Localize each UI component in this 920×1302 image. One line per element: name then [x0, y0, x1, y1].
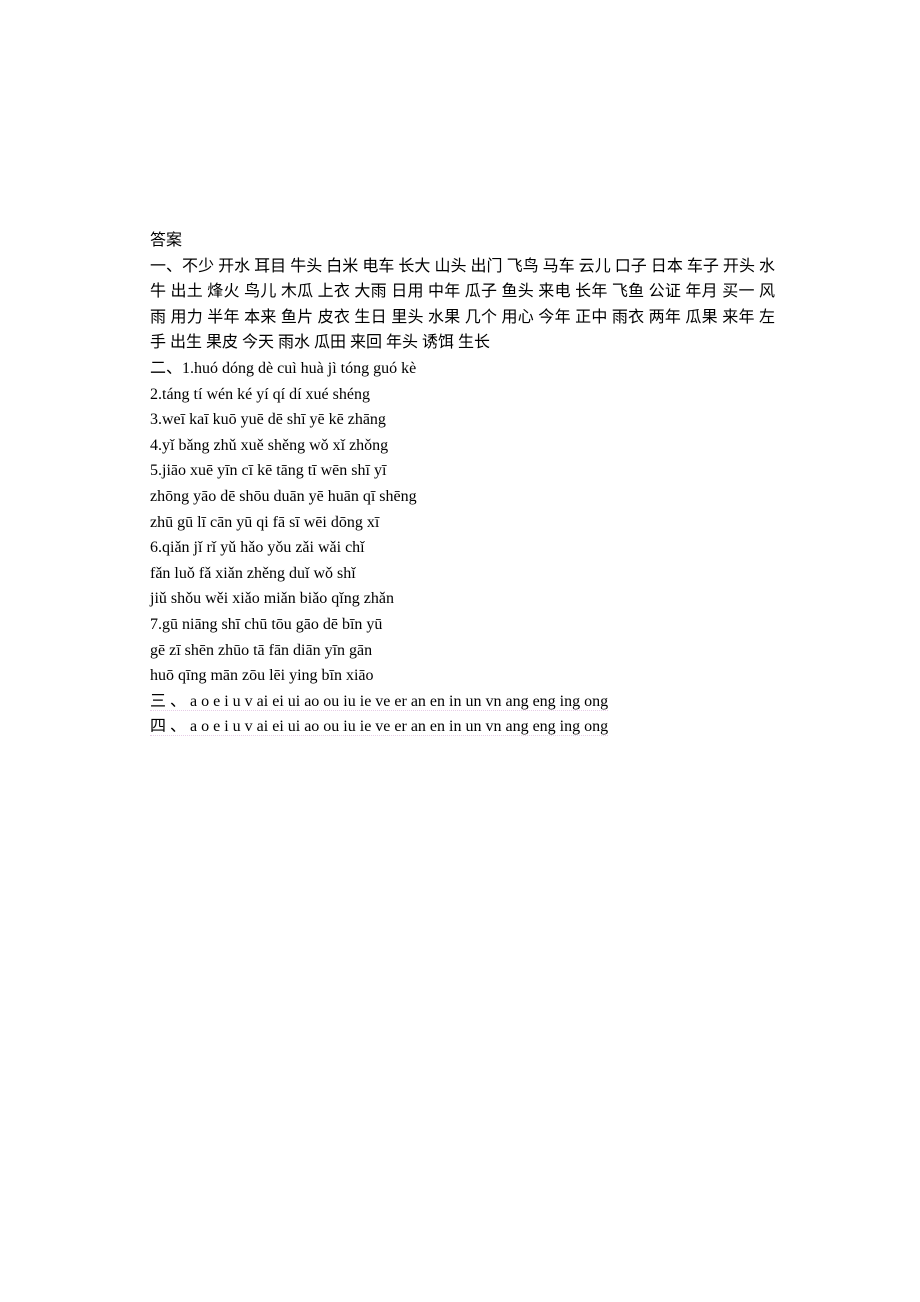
- item-text: jiǔ shǒu wěi xiǎo miǎn biǎo qǐng zhǎn: [150, 590, 394, 607]
- item-text: fǎn luǒ fǎ xiǎn zhěng duǐ wǒ shǐ: [150, 565, 356, 582]
- item-text: gē zī shēn zhūo tā fān diān yīn gān: [150, 642, 372, 659]
- item-text: táng tí wén ké yí qí dí xué shéng: [162, 386, 370, 403]
- item-num: 6.: [150, 539, 162, 556]
- item-num: 2.: [150, 386, 162, 403]
- item-text: yǐ bǎng zhǔ xuě shěng wǒ xǐ zhǒng: [162, 437, 388, 454]
- item-text: zhōng yāo dē shōu duān yē huān qī shēng: [150, 488, 417, 505]
- section-1: 一、不少 开水 耳目 牛头 白米 电车 长大 山头 出门 飞鸟 马车 云儿 口子…: [150, 254, 775, 356]
- section-2: 二、1.huó dóng dè cuì huà jì tóng guó kè 2…: [150, 356, 775, 689]
- section-2-line-13: huō qīng mān zōu lēi ying bīn xiāo: [150, 663, 775, 689]
- item-text: zhū gū lī cān yū qi fā sī wēi dōng xī: [150, 514, 379, 531]
- section-2-line-8: 6.qiǎn jǐ rǐ yǔ hǎo yǒu zǎi wǎi chǐ: [150, 535, 775, 561]
- section-1-heading: 一、: [150, 258, 182, 275]
- section-2-line-1: 二、1.huó dóng dè cuì huà jì tóng guó kè: [150, 356, 775, 382]
- section-4-text: a o e i u v ai ei ui ao ou iu ie ve er a…: [186, 718, 608, 735]
- section-4-heading: 四 、: [150, 718, 186, 735]
- section-2-line-11: 7.gū niāng shī chū tōu gāo dē bīn yū: [150, 612, 775, 638]
- item-text: huó dóng dè cuì huà jì tóng guó kè: [194, 360, 416, 377]
- section-3: 三 、 a o e i u v ai ei ui ao ou iu ie ve …: [150, 689, 775, 715]
- item-text: qiǎn jǐ rǐ yǔ hǎo yǒu zǎi wǎi chǐ: [162, 539, 365, 556]
- section-2-line-12: gē zī shēn zhūo tā fān diān yīn gān: [150, 638, 775, 664]
- section-2-line-9: fǎn luǒ fǎ xiǎn zhěng duǐ wǒ shǐ: [150, 561, 775, 587]
- section-3-text: a o e i u v ai ei ui ao ou iu ie ve er a…: [186, 693, 608, 710]
- section-2-line-3: 3.weī kaī kuō yuē dē shī yē kē zhāng: [150, 407, 775, 433]
- item-num: 1.: [182, 360, 194, 377]
- section-2-line-4: 4.yǐ bǎng zhǔ xuě shěng wǒ xǐ zhǒng: [150, 433, 775, 459]
- section-2-line-5: 5.jiāo xuē yīn cī kē tāng tī wēn shī yī: [150, 458, 775, 484]
- item-text: jiāo xuē yīn cī kē tāng tī wēn shī yī: [162, 462, 386, 479]
- section-2-line-2: 2.táng tí wén ké yí qí dí xué shéng: [150, 382, 775, 408]
- section-2-line-7: zhū gū lī cān yū qi fā sī wēi dōng xī: [150, 510, 775, 536]
- section-2-heading: 二、: [150, 360, 182, 377]
- section-1-words: 不少 开水 耳目 牛头 白米 电车 长大 山头 出门 飞鸟 马车 云儿 口子 日…: [150, 258, 775, 352]
- doc-title: 答案: [150, 228, 775, 254]
- section-3-heading: 三 、: [150, 693, 186, 710]
- item-num: 4.: [150, 437, 162, 454]
- item-text: gū niāng shī chū tōu gāo dē bīn yū: [162, 616, 382, 633]
- item-text: huō qīng mān zōu lēi ying bīn xiāo: [150, 667, 374, 684]
- item-num: 7.: [150, 616, 162, 633]
- answer-document: 答案 一、不少 开水 耳目 牛头 白米 电车 长大 山头 出门 飞鸟 马车 云儿…: [0, 0, 920, 740]
- item-num: 3.: [150, 411, 162, 428]
- item-text: weī kaī kuō yuē dē shī yē kē zhāng: [162, 411, 386, 428]
- section-2-line-10: jiǔ shǒu wěi xiǎo miǎn biǎo qǐng zhǎn: [150, 586, 775, 612]
- item-num: 5.: [150, 462, 162, 479]
- section-2-line-6: zhōng yāo dē shōu duān yē huān qī shēng: [150, 484, 775, 510]
- section-4: 四 、 a o e i u v ai ei ui ao ou iu ie ve …: [150, 714, 775, 740]
